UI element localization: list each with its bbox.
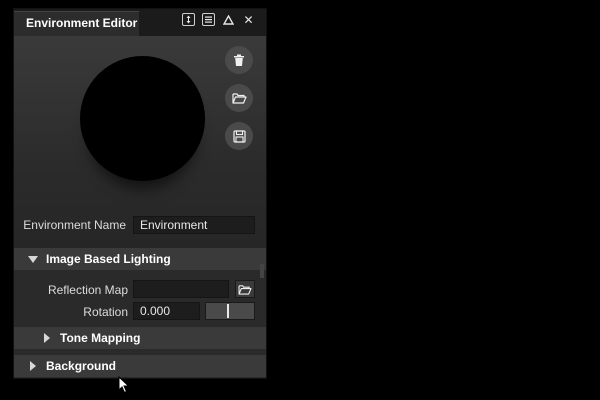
collapse-icon[interactable]	[222, 13, 235, 26]
close-icon[interactable]: ✕	[242, 13, 255, 27]
reflection-map-input[interactable]	[133, 280, 229, 298]
scrollbar[interactable]	[260, 264, 264, 278]
reflection-map-browse-button[interactable]	[235, 280, 255, 298]
menu-icon[interactable]	[202, 13, 215, 26]
open-folder-icon[interactable]	[225, 84, 253, 112]
environment-name-input[interactable]: Environment	[133, 216, 255, 234]
environment-name-row: Environment Name Environment	[14, 215, 266, 235]
pin-icon[interactable]	[182, 13, 195, 26]
open-folder-icon	[238, 284, 252, 295]
preview-sphere	[80, 56, 205, 181]
rotation-slider[interactable]	[205, 302, 255, 320]
expand-triangle-icon	[28, 256, 38, 263]
rotation-label: Rotation	[83, 305, 128, 319]
environment-editor-panel: Environment Editor ✕ Environment Name En…	[14, 9, 266, 378]
save-icon[interactable]	[225, 122, 253, 150]
panel-titlebar: Environment Editor ✕	[14, 9, 266, 36]
panel-tab-environment-editor[interactable]: Environment Editor	[14, 11, 139, 36]
section-background[interactable]: Background	[14, 355, 266, 377]
section-title-background: Background	[46, 359, 117, 373]
section-title-ibl: Image Based Lighting	[46, 252, 171, 266]
section-image-based-lighting[interactable]: Image Based Lighting	[14, 248, 266, 270]
collapsed-triangle-icon	[44, 333, 50, 343]
delete-icon[interactable]	[225, 46, 253, 74]
mouse-cursor-icon	[118, 376, 130, 394]
section-tone-mapping[interactable]: Tone Mapping	[14, 327, 266, 349]
collapsed-triangle-icon	[30, 361, 36, 371]
environment-name-label: Environment Name	[23, 218, 126, 232]
rotation-input[interactable]: 0.000	[133, 302, 200, 320]
rotation-slider-thumb[interactable]	[227, 304, 229, 318]
section-title-tone-mapping: Tone Mapping	[60, 331, 141, 345]
reflection-map-label: Reflection Map	[47, 283, 128, 297]
